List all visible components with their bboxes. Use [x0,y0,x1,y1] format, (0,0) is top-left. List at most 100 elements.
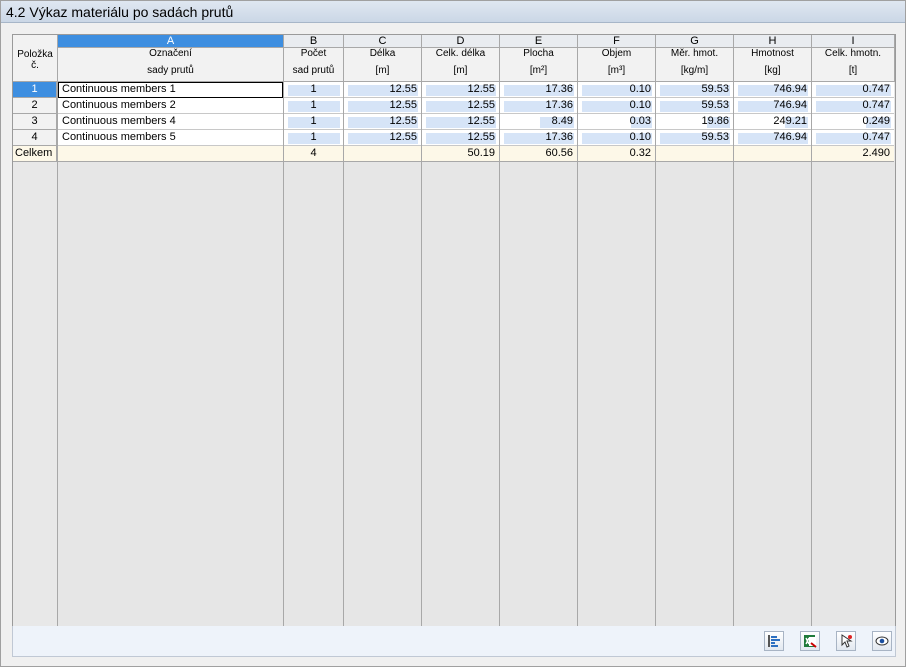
cell-f[interactable]: 0.10 [578,98,655,114]
cell-h[interactable]: 746.94 [734,130,811,146]
cell-d[interactable]: 12.55 [422,82,499,98]
column-letter: B [284,35,343,48]
total-f: 0.32 [578,146,655,162]
column-unit: [t] [848,65,858,76]
cell-b[interactable]: 1 [284,82,343,98]
member-set-name[interactable]: Continuous members 4 [58,114,283,130]
cell-b[interactable]: 1 [284,114,343,130]
cell-g[interactable]: 59.53 [656,130,733,146]
cell-h[interactable]: 746.94 [734,82,811,98]
column-header-c[interactable]: C Délka [m] [344,35,422,82]
cell-b[interactable]: 1 [284,98,343,114]
cell-g[interactable]: 19.86 [656,114,733,130]
member-set-name[interactable]: Continuous members 5 [58,130,283,146]
cell-f[interactable]: 0.03 [578,114,655,130]
cell-i[interactable]: 0.747 [812,130,894,146]
row-number[interactable]: 3 [13,114,57,130]
column-header-b[interactable]: B Počet sad prutů [284,35,344,82]
table-row[interactable]: 2 Continuous members 2 1 12.55 12.55 17.36 0.1… [13,98,895,114]
column-title: Počet [300,48,327,59]
window-title: 4.2 Výkaz materiálu po sadách prutů [6,4,234,20]
row-number[interactable]: 1 [13,82,57,98]
column-unit: [m²] [529,65,548,76]
cell-value: 19.86 [701,115,729,127]
table-row[interactable]: 4 Continuous members 5 1 12.55 12.55 17.36 0.1… [13,130,895,146]
cell-value: 1 [310,83,317,95]
column-header-h[interactable]: H Hmotnost [kg] [734,35,812,82]
view-button[interactable] [872,631,892,651]
window: 4.2 Výkaz materiálu po sadách prutů Polo… [0,0,906,667]
select-button[interactable] [836,631,856,651]
cell-i[interactable]: 0.747 [812,98,894,114]
cell-h[interactable]: 249.21 [734,114,811,130]
total-g [656,146,733,162]
cell-e[interactable]: 17.36 [500,82,577,98]
cell-value: 12.55 [389,83,417,95]
cell-i[interactable]: 0.747 [812,82,894,98]
column-unit: sad prutů [292,65,335,76]
excel-export-icon [804,635,817,648]
column-title: Označení [149,48,192,59]
cell-c[interactable]: 12.55 [344,130,421,146]
cell-value: 12.55 [467,99,495,111]
cell-c[interactable]: 12.55 [344,98,421,114]
total-e: 60.56 [500,146,577,162]
total-a [58,146,283,162]
column-unit: č. [31,60,39,71]
table-toolbar [12,626,896,657]
column-title: Délka [369,48,396,59]
cell-value: 17.36 [545,83,573,95]
cell-value: 0.747 [862,83,890,95]
bar-display-button[interactable] [764,631,784,651]
total-row: Celkem 4 50.19 60.56 0.32 2.490 [13,146,895,162]
cell-e[interactable]: 17.36 [500,98,577,114]
column-letter: G [656,35,733,48]
cell-c[interactable]: 12.55 [344,114,421,130]
cell-e[interactable]: 8.49 [500,114,577,130]
cell-f[interactable]: 0.10 [578,82,655,98]
table-row[interactable]: 3 Continuous members 4 1 12.55 12.55 8.49 0.03… [13,114,895,130]
cell-value: 0.03 [629,115,651,127]
excel-export-button[interactable] [800,631,820,651]
column-header-a[interactable]: A Označení sady prutů [58,35,284,82]
table-row[interactable]: 1 Continuous members 1 1 12.55 12.55 17.36 0.1… [13,82,895,98]
column-header-g[interactable]: G Měr. hmot. [kg/m] [656,35,734,82]
column-letter: D [422,35,499,48]
cell-d[interactable]: 12.55 [422,114,499,130]
column-header-e[interactable]: E Plocha [m²] [500,35,578,82]
view-eye-icon [875,636,889,646]
cell-i[interactable]: 0.249 [812,114,894,130]
column-header-d[interactable]: D Celk. délka [m] [422,35,500,82]
row-number[interactable]: 4 [13,130,57,146]
cell-d[interactable]: 12.55 [422,130,499,146]
cell-value: 59.53 [701,83,729,95]
select-pointer-icon [841,634,853,648]
column-letter: A [58,35,283,48]
total-i: 2.490 [812,146,894,162]
title-bar: 4.2 Výkaz materiálu po sadách prutů [1,1,905,23]
member-set-name[interactable]: Continuous members 1 [58,82,283,98]
cell-e[interactable]: 17.36 [500,130,577,146]
cell-value: 59.53 [701,131,729,143]
total-label: Celkem [13,146,57,162]
cell-g[interactable]: 59.53 [656,82,733,98]
cell-c[interactable]: 12.55 [344,82,421,98]
cell-value: 0.10 [629,99,651,111]
cell-b[interactable]: 1 [284,130,343,146]
cell-f[interactable]: 0.10 [578,130,655,146]
cell-value: 0.747 [862,99,890,111]
column-header-f[interactable]: F Objem [m³] [578,35,656,82]
row-number[interactable]: 2 [13,98,57,114]
cell-h[interactable]: 746.94 [734,98,811,114]
column-unit: [kg] [764,65,781,76]
column-title: Celk. hmotn. [824,48,882,59]
column-title: Celk. délka [435,48,486,59]
column-header-item[interactable]: Položka č. [13,35,58,82]
cell-value: 1 [310,131,317,143]
column-letter: C [344,35,421,48]
column-title: Měr. hmot. [670,48,719,59]
member-set-name[interactable]: Continuous members 2 [58,98,283,114]
column-header-i[interactable]: I Celk. hmotn. [t] [812,35,895,82]
cell-g[interactable]: 59.53 [656,98,733,114]
cell-d[interactable]: 12.55 [422,98,499,114]
